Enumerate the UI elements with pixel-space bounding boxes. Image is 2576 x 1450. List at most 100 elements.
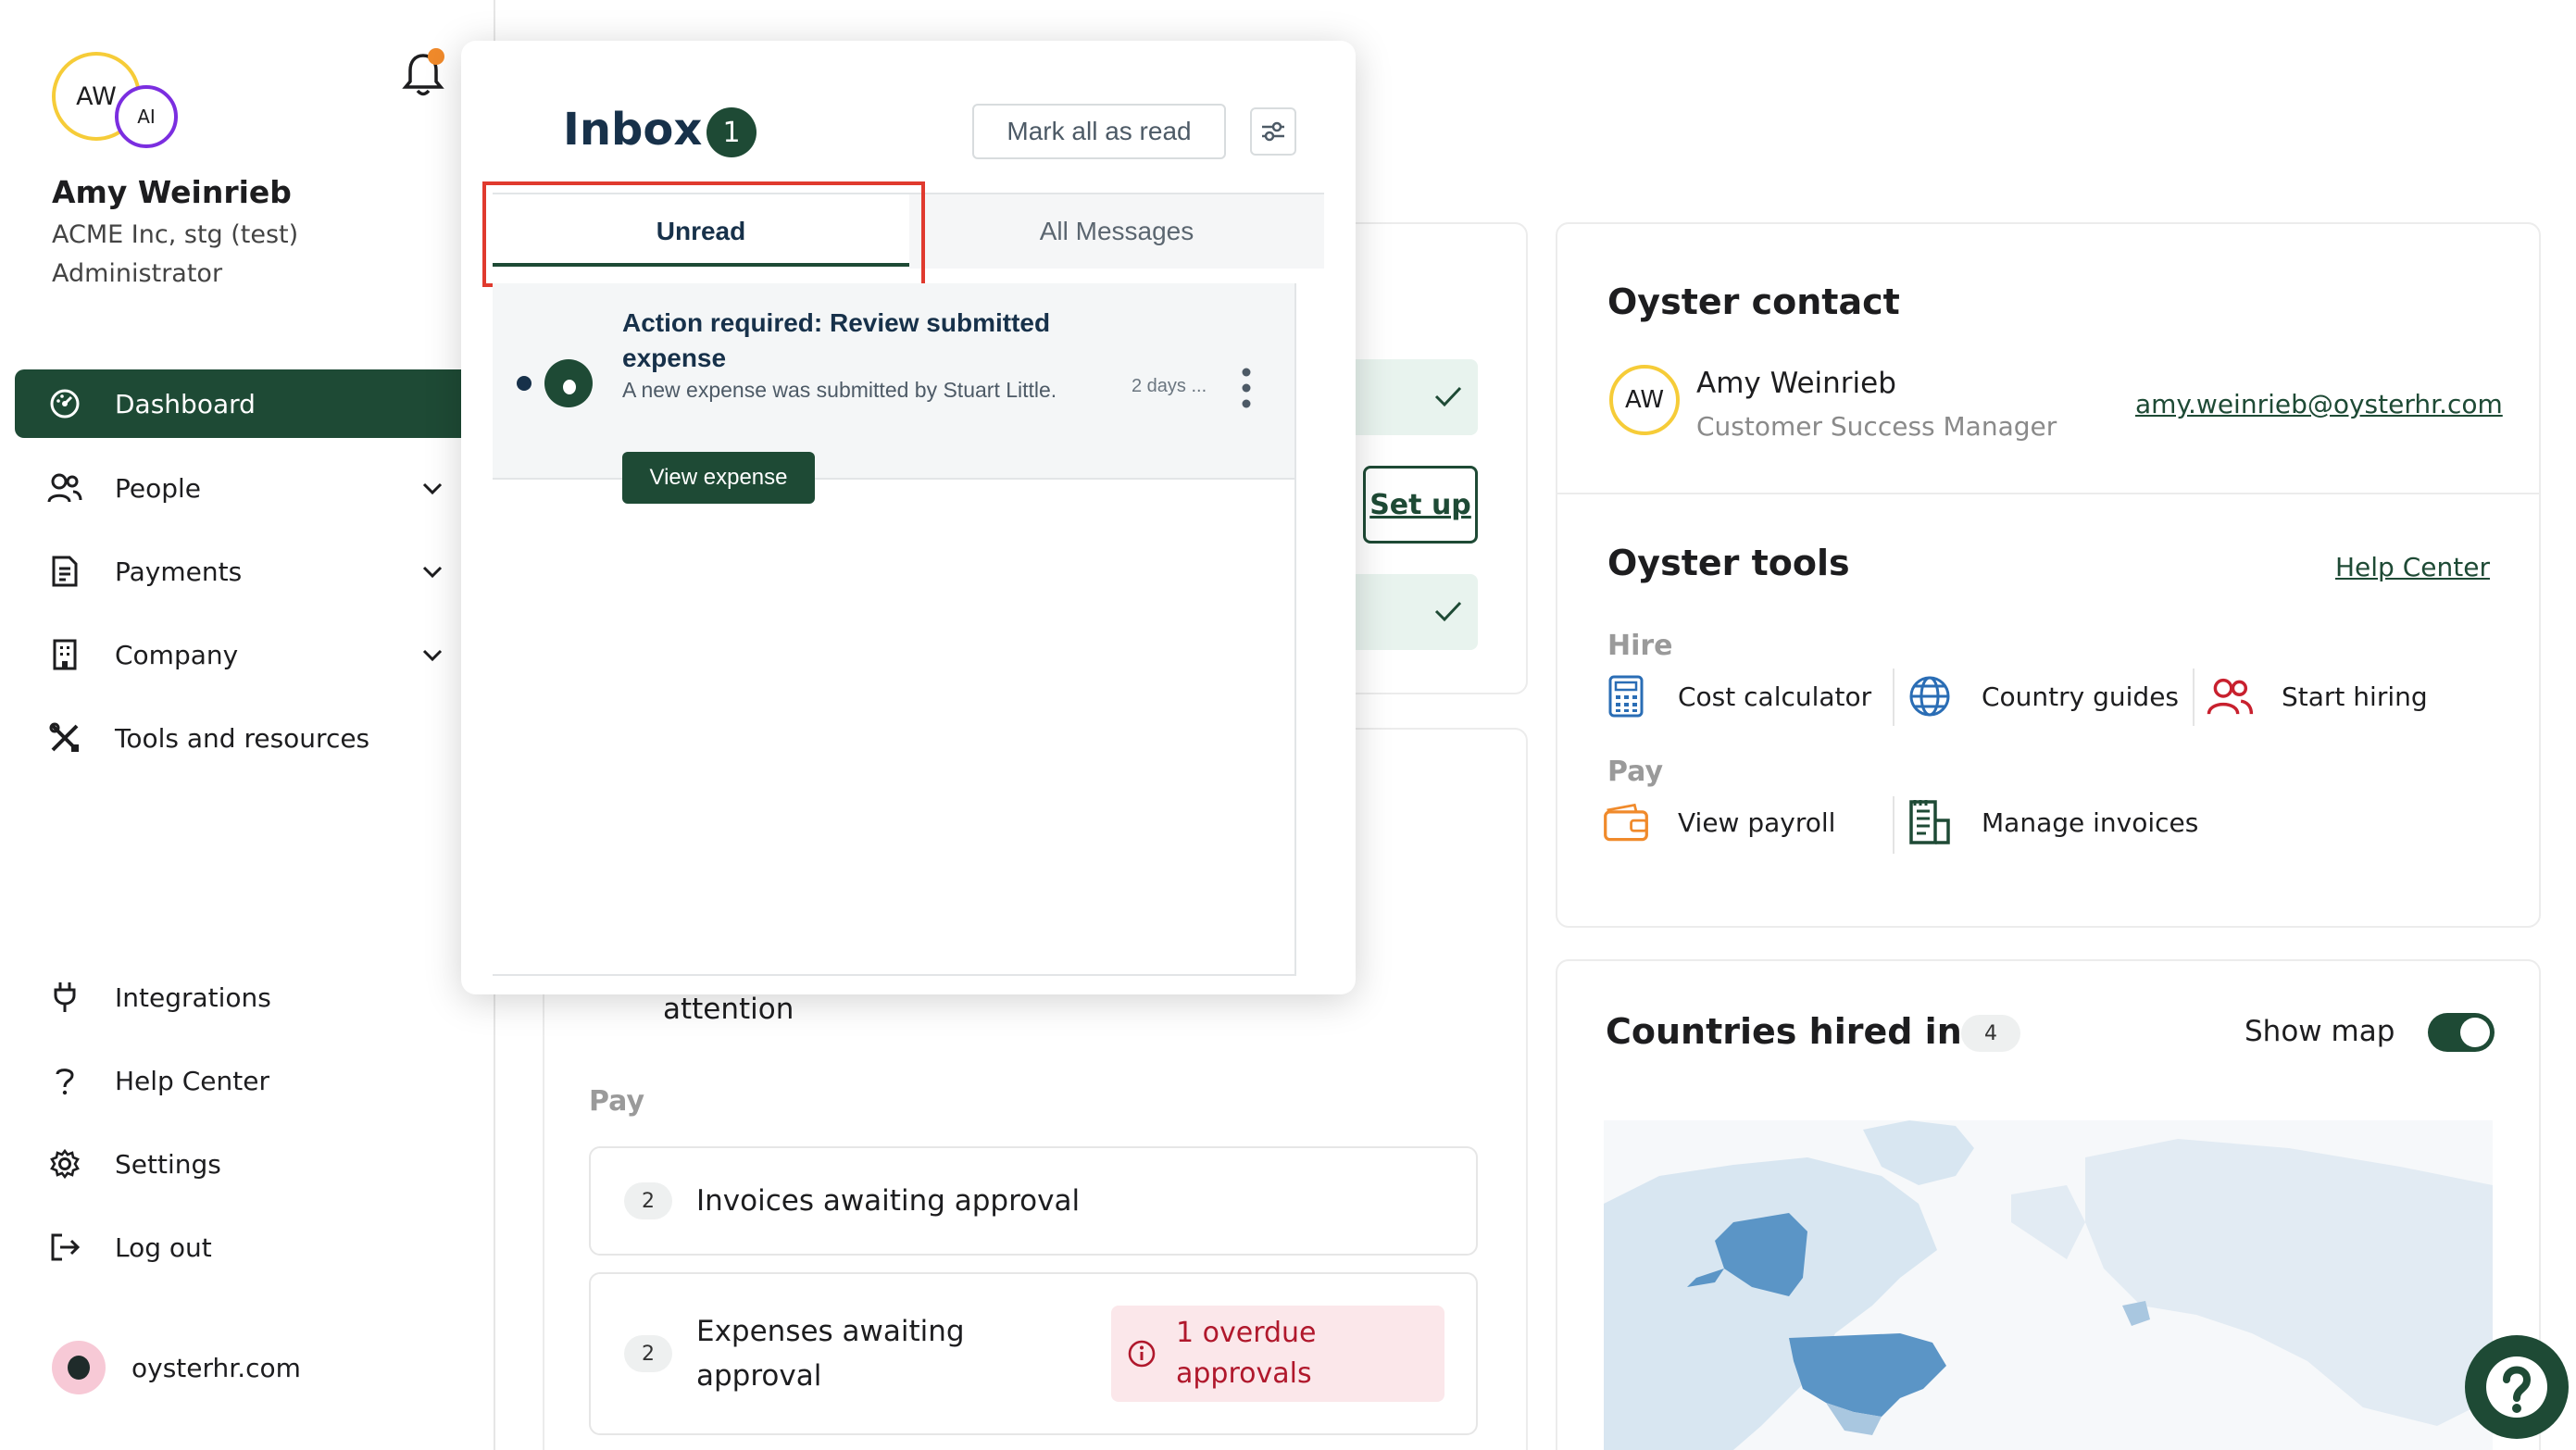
inbox-unread-badge: 1 — [707, 107, 757, 157]
nav-settings[interactable]: Settings — [15, 1130, 495, 1198]
invoice-icon — [1906, 798, 1954, 846]
start-hiring-tool[interactable]: Start hiring — [2206, 672, 2428, 720]
user-initials: AW — [76, 81, 117, 111]
nav-payments[interactable]: Payments — [15, 537, 495, 606]
nav-tools[interactable]: Tools and resources — [15, 704, 495, 772]
overdue-line2: approvals — [1176, 1357, 1312, 1390]
view-payroll-tool[interactable]: View payroll — [1602, 798, 1835, 846]
unread-indicator — [517, 376, 531, 391]
people-icon — [2206, 672, 2254, 720]
building-icon — [46, 636, 83, 673]
divider — [1893, 669, 1894, 726]
countries-count: 4 — [1961, 1015, 2020, 1052]
nav-people[interactable]: People — [15, 454, 495, 522]
nav-company-label: Company — [115, 639, 239, 670]
chevron-down-icon[interactable] — [419, 641, 446, 669]
check-icon — [1434, 601, 1462, 622]
nav-help-label: Help Center — [115, 1065, 269, 1096]
user-role: Administrator — [52, 259, 223, 288]
site-link[interactable]: oysterhr.com — [52, 1341, 301, 1394]
info-icon — [1128, 1340, 1156, 1368]
sliders-icon — [1262, 121, 1284, 142]
nav-integrations-label: Integrations — [115, 981, 271, 1013]
contact-initials: AW — [1624, 386, 1665, 414]
show-map-toggle[interactable] — [2428, 1013, 2495, 1052]
secondary-avatar[interactable]: AI — [115, 85, 178, 148]
oyster-logo-icon — [544, 359, 593, 407]
view-expense-button[interactable]: View expense — [622, 452, 815, 504]
nav-people-label: People — [115, 472, 202, 504]
payments-icon — [46, 553, 83, 590]
show-map-label: Show map — [2245, 1015, 2395, 1048]
expenses-label-line1: Expenses awaiting — [696, 1315, 965, 1348]
nav-settings-label: Settings — [115, 1148, 221, 1180]
overdue-text: 1 overdue approvals — [1176, 1313, 1317, 1394]
message-list: Action required: Review submitted expens… — [493, 283, 1296, 976]
tools-icon — [46, 719, 83, 756]
invoices-count: 2 — [624, 1182, 672, 1219]
nav-logout[interactable]: Log out — [15, 1213, 495, 1281]
nav-payments-label: Payments — [115, 556, 243, 587]
user-name: Amy Weinrieb — [52, 174, 292, 210]
setup-button[interactable]: Set up — [1363, 466, 1478, 544]
contact-avatar: AW — [1609, 365, 1680, 435]
nav-tools-label: Tools and resources — [115, 722, 370, 754]
nav-company[interactable]: Company — [15, 620, 495, 689]
nav-dashboard-label: Dashboard — [115, 388, 256, 419]
contact-name: Amy Weinrieb — [1696, 367, 1896, 400]
overdue-line1: 1 overdue — [1176, 1317, 1317, 1349]
divider — [2193, 669, 2195, 726]
help-chat-button[interactable] — [2465, 1335, 2569, 1439]
logout-icon — [46, 1229, 83, 1266]
globe-icon — [1906, 672, 1954, 720]
mark-all-read-button[interactable]: Mark all as read — [972, 104, 1226, 159]
tools-help-link[interactable]: Help Center — [2335, 552, 2490, 582]
manage-invoices-label: Manage invoices — [1982, 806, 2199, 838]
notification-dot — [428, 48, 444, 65]
dashboard-icon — [46, 385, 83, 422]
gear-icon — [46, 1145, 83, 1182]
question-icon — [46, 1062, 83, 1099]
contact-title: Oyster contact — [1607, 281, 1900, 322]
cost-calculator-tool[interactable]: Cost calculator — [1602, 672, 1871, 720]
divider — [1893, 796, 1894, 854]
expenses-count: 2 — [624, 1335, 672, 1372]
secondary-initials: AI — [137, 106, 156, 128]
expenses-label-line2: approval — [696, 1359, 822, 1393]
contact-email-link[interactable]: amy.weinrieb@oysterhr.com — [2135, 389, 2503, 419]
inbox-filter-button[interactable] — [1250, 107, 1296, 156]
tab-all-messages[interactable]: All Messages — [909, 194, 1324, 269]
chevron-down-icon[interactable] — [419, 474, 446, 502]
invoices-label: Invoices awaiting approval — [696, 1184, 1081, 1218]
nav-integrations[interactable]: Integrations — [15, 963, 495, 1031]
nav-logout-label: Log out — [115, 1231, 212, 1263]
site-label: oysterhr.com — [131, 1352, 301, 1383]
wallet-icon — [1602, 798, 1650, 846]
start-hiring-label: Start hiring — [2282, 681, 2428, 712]
nav-dashboard[interactable]: Dashboard — [15, 369, 495, 438]
cost-calculator-label: Cost calculator — [1678, 681, 1872, 712]
message-body: A new expense was submitted by Stuart Li… — [622, 378, 1057, 402]
calculator-icon — [1602, 672, 1650, 720]
plug-icon — [46, 979, 83, 1016]
manage-invoices-tool[interactable]: Manage invoices — [1906, 798, 2198, 846]
message-time: 2 days ... — [1132, 376, 1207, 396]
country-guides-label: Country guides — [1982, 681, 2180, 712]
more-options-icon[interactable] — [1241, 367, 1252, 409]
question-icon — [2486, 1356, 2547, 1418]
pay-tools-heading: Pay — [1607, 756, 1664, 788]
sidebar: AW AI Amy Weinrieb ACME Inc, stg (test) … — [0, 0, 495, 1450]
overdue-badge[interactable]: 1 overdue approvals — [1111, 1306, 1444, 1402]
inbox-popup: Inbox 1 Mark all as read Unread All Mess… — [461, 41, 1356, 994]
message-item[interactable]: Action required: Review submitted expens… — [493, 283, 1294, 504]
nav-help-center[interactable]: Help Center — [15, 1046, 495, 1115]
country-guides-tool[interactable]: Country guides — [1906, 672, 2179, 720]
chevron-down-icon[interactable] — [419, 557, 446, 585]
attention-text: attention — [663, 993, 794, 1026]
pay-heading: Pay — [589, 1085, 645, 1118]
hire-heading: Hire — [1607, 630, 1673, 662]
world-map[interactable] — [1604, 1120, 2493, 1450]
tab-highlight-box — [482, 181, 925, 287]
user-company: ACME Inc, stg (test) — [52, 220, 299, 249]
invoices-awaiting-row[interactable]: 2 Invoices awaiting approval — [589, 1146, 1478, 1256]
